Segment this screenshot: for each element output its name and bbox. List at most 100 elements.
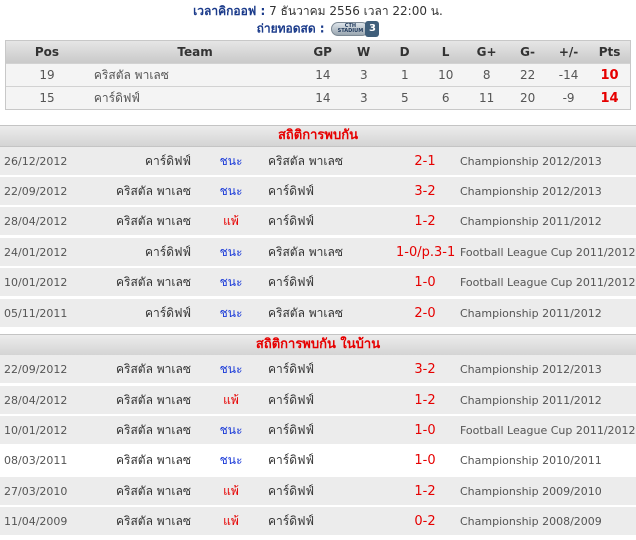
competition: Football League Cup 2011/2012 [460,276,636,289]
header-team: Team [177,45,213,59]
score: 2-1 [414,154,436,169]
team-name[interactable]: คริสตัล พาเลซ [88,66,302,85]
pos: 15 [39,91,55,105]
competition: Championship 2012/2013 [460,155,602,168]
match-date: 05/11/2011 [4,307,68,320]
match-date: 10/01/2012 [4,424,68,437]
home-team[interactable]: คาร์ดิฟฟ์ [145,299,191,328]
score: 0-2 [414,514,436,529]
home-team[interactable]: คริสตัล พาเลซ [116,268,191,297]
standings-row: 19 คริสตัล พาเลซ 14 3 1 10 8 22 -14 10 [6,63,630,86]
header-l: L [441,45,450,59]
away-team[interactable]: คริสตัล พาเลซ [268,238,343,267]
home-team[interactable]: คริสตัล พาเลซ [116,446,191,475]
match-date: 11/04/2009 [4,515,68,528]
score: 1-2 [414,484,436,499]
l: 6 [441,91,450,105]
match-row-highlighted[interactable]: 08/03/2011 คริสตัล พาเลซ ชนะ คาร์ดิฟฟ์ 1… [0,446,636,475]
home-team[interactable]: คาร์ดิฟฟ์ [145,238,191,267]
match-date: 26/12/2012 [4,155,68,168]
home-team[interactable]: คาร์ดิฟฟ์ [145,147,191,176]
tv-channel-logo-icon: CTH STADIUM 3 [331,20,380,37]
result-label: ชนะ [219,275,243,289]
score: 1-0/p.3-1 [396,245,456,260]
match-row: 28/04/2012 คริสตัล พาเลซ แพ้ คาร์ดิฟฟ์ 1… [0,207,636,236]
result-label: แพ้ [223,514,239,528]
competition: Championship 2009/2010 [460,485,602,498]
w: 3 [360,68,368,82]
competition: Championship 2012/2013 [460,185,602,198]
home-team[interactable]: คริสตัล พาเลซ [116,177,191,206]
header-pts: Pts [598,45,621,59]
away-team[interactable]: คาร์ดิฟฟ์ [268,507,314,536]
home-team[interactable]: คริสตัล พาเลซ [116,477,191,506]
away-team[interactable]: คาร์ดิฟฟ์ [268,477,314,506]
away-team[interactable]: คริสตัล พาเลซ [268,299,343,328]
score: 1-0 [414,275,436,290]
channel-text: CTH STADIUM [337,22,364,34]
result-label: แพ้ [223,484,239,498]
standings-row: 15 คาร์ดิฟฟ์ 14 3 5 6 11 20 -9 14 [6,86,630,109]
away-team[interactable]: คาร์ดิฟฟ์ [268,207,314,236]
away-team[interactable]: คาร์ดิฟฟ์ [268,355,314,384]
away-team[interactable]: คาร์ดิฟฟ์ [268,177,314,206]
standings-header: Pos Team GP W D L G+ G- +/- Pts [6,41,630,63]
match-date: 24/01/2012 [4,246,68,259]
result-label: แพ้ [223,214,239,228]
away-team[interactable]: คาร์ดิฟฟ์ [268,386,314,415]
gf: 8 [482,68,491,82]
result-label: ชนะ [219,245,243,259]
competition: Championship 2008/2009 [460,515,602,528]
kickoff-line: เวลาคิกออฟ : 7 ธันวาคม 2556 เวลา 22:00 น… [0,3,636,19]
header-w: W [357,45,371,59]
header-gf: G+ [476,45,497,59]
home-team[interactable]: คริสตัล พาเลซ [116,207,191,236]
competition: Championship 2011/2012 [460,307,602,320]
pts: 14 [600,90,619,106]
match-date: 10/01/2012 [4,276,68,289]
competition: Championship 2012/2013 [460,363,602,376]
home-h2h-section-title: สถิติการพบกัน ในบ้าน [0,334,636,356]
competition: Championship 2011/2012 [460,215,602,228]
broadcast-label: ถ่ายทอดสด : [256,21,325,36]
ga: 22 [519,68,536,82]
gd: -14 [558,68,579,82]
match-row: 27/03/2010 คริสตัล พาเลซ แพ้ คาร์ดิฟฟ์ 1… [0,477,636,506]
match-date: 27/03/2010 [4,485,68,498]
result-label: ชนะ [219,184,243,198]
away-team[interactable]: คาร์ดิฟฟ์ [268,416,314,445]
score: 3-2 [414,184,436,199]
match-row: 10/01/2012 คริสตัล พาเลซ ชนะ คาร์ดิฟฟ์ 1… [0,268,636,297]
home-team[interactable]: คริสตัล พาเลซ [116,507,191,536]
gd: -9 [562,91,575,105]
standings-table: Pos Team GP W D L G+ G- +/- Pts 19 คริสต… [5,40,631,110]
header-pos: Pos [34,45,60,59]
result-label: แพ้ [223,393,239,407]
away-team[interactable]: คาร์ดิฟฟ์ [268,446,314,475]
match-date: 22/09/2012 [4,363,68,376]
match-row: 22/09/2012 คริสตัล พาเลซ ชนะ คาร์ดิฟฟ์ 3… [0,355,636,384]
broadcast-line: ถ่ายทอดสด : CTH STADIUM 3 [0,19,636,38]
team-name[interactable]: คาร์ดิฟฟ์ [88,89,302,108]
l: 10 [438,68,454,82]
competition: Football League Cup 2011/2012 [460,246,636,259]
home-team[interactable]: คริสตัล พาเลซ [116,355,191,384]
match-row: 22/09/2012 คริสตัล พาเลซ ชนะ คาร์ดิฟฟ์ 3… [0,177,636,206]
home-team[interactable]: คริสตัล พาเลซ [116,386,191,415]
score: 1-0 [414,423,436,438]
header-ga: G- [520,45,535,59]
score: 1-2 [414,393,436,408]
away-team[interactable]: คริสตัล พาเลซ [268,147,343,176]
match-date: 08/03/2011 [4,454,68,467]
h2h-section-title: สถิติการพบกัน [0,125,636,147]
match-row: 24/01/2012 คาร์ดิฟฟ์ ชนะ คริสตัล พาเลซ 1… [0,238,636,267]
d: 1 [400,68,409,82]
match-row: 28/04/2012 คริสตัล พาเลซ แพ้ คาร์ดิฟฟ์ 1… [0,386,636,415]
home-team[interactable]: คริสตัล พาเลซ [116,416,191,445]
match-row: 11/04/2009 คริสตัล พาเลซ แพ้ คาร์ดิฟฟ์ 0… [0,507,636,536]
competition: Championship 2010/2011 [460,454,602,467]
match-date: 22/09/2012 [4,185,68,198]
away-team[interactable]: คาร์ดิฟฟ์ [268,268,314,297]
result-label: ชนะ [219,453,243,467]
channel-number: 3 [365,20,380,37]
